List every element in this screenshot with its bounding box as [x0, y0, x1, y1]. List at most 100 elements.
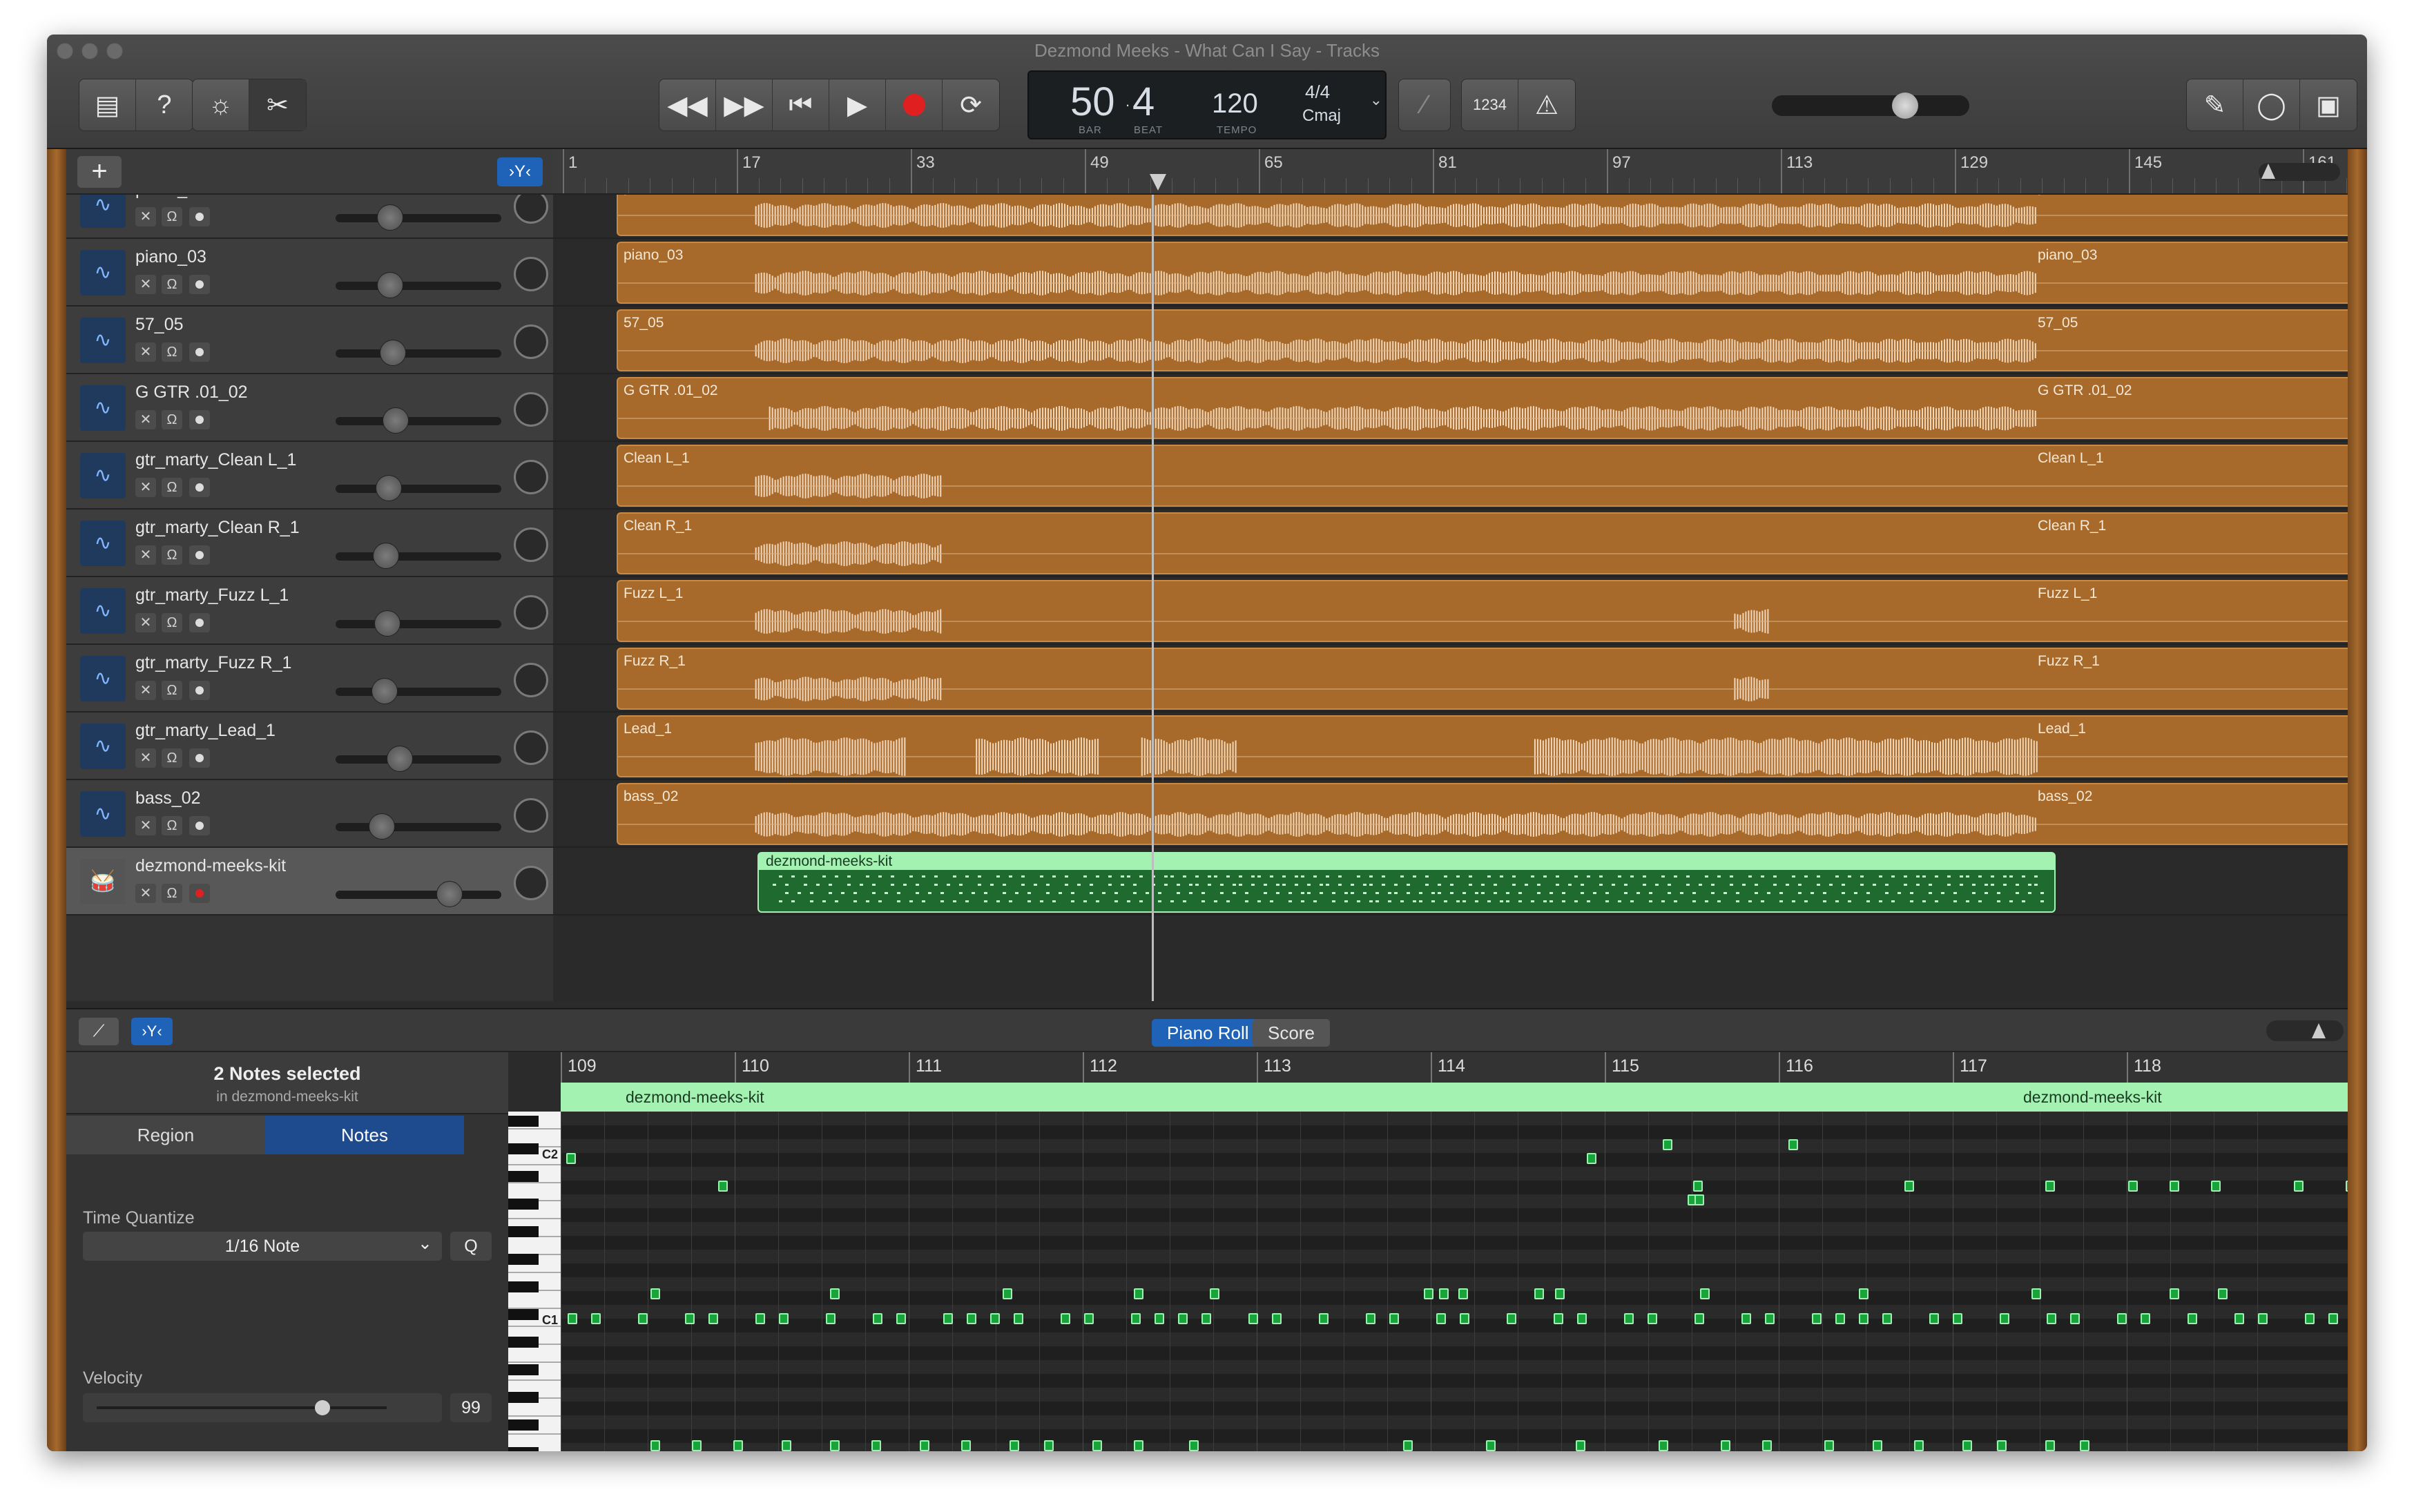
pan-knob[interactable]: [514, 595, 548, 630]
track-header[interactable]: ∿ piano_03 ✕ Ω: [66, 239, 553, 307]
audio-region[interactable]: Clean R_1 Clean R_1: [617, 512, 2348, 574]
midi-note[interactable]: [1929, 1313, 1939, 1324]
pan-knob[interactable]: [514, 257, 548, 291]
track-header[interactable]: ∿ G GTR .01_02 ✕ Ω: [66, 374, 553, 442]
track-header[interactable]: ∿ piano_02 ✕ Ω: [66, 195, 553, 239]
track-volume-slider[interactable]: [336, 340, 501, 366]
track-volume-knob[interactable]: [371, 678, 398, 704]
midi-note[interactable]: [830, 1440, 840, 1451]
track-header[interactable]: ∿ gtr_marty_Clean L_1 ✕ Ω: [66, 442, 553, 510]
midi-note[interactable]: [1624, 1313, 1634, 1324]
midi-note[interactable]: [1648, 1313, 1657, 1324]
track-volume-slider[interactable]: [336, 543, 501, 569]
midi-note[interactable]: [1693, 1181, 1703, 1192]
pan-knob[interactable]: [514, 460, 548, 494]
track-volume-slider[interactable]: [336, 881, 501, 907]
record-button[interactable]: [886, 79, 943, 130]
tab-notes[interactable]: Notes: [265, 1116, 464, 1154]
midi-note[interactable]: [1178, 1313, 1188, 1324]
midi-note[interactable]: [2170, 1181, 2179, 1192]
count-in-button[interactable]: 1234: [1462, 79, 1518, 130]
black-key[interactable]: [508, 1419, 539, 1431]
midi-note[interactable]: [2218, 1288, 2228, 1299]
black-key[interactable]: [508, 1309, 539, 1320]
midi-note[interactable]: [2305, 1313, 2315, 1324]
track-name[interactable]: bass_02: [135, 788, 201, 808]
solo-button[interactable]: Ω: [162, 748, 182, 768]
black-key[interactable]: [508, 1199, 539, 1210]
record-enable-button[interactable]: [189, 884, 210, 903]
go-to-beginning-button[interactable]: ⏮: [773, 79, 829, 130]
midi-note[interactable]: [961, 1440, 971, 1451]
midi-note[interactable]: [1010, 1440, 1019, 1451]
editor-zoom-knob[interactable]: [2312, 1023, 2326, 1038]
midi-note[interactable]: [1997, 1440, 2007, 1451]
midi-note[interactable]: [1248, 1313, 1258, 1324]
track-volume-slider[interactable]: [336, 407, 501, 434]
midi-note[interactable]: [568, 1313, 577, 1324]
track-volume-knob[interactable]: [387, 746, 413, 772]
tracks-area[interactable]: piano_02piano_02piano_03piano_0357_0557_…: [553, 195, 2348, 1001]
midi-note[interactable]: [1741, 1313, 1751, 1324]
track-name[interactable]: gtr_marty_Fuzz R_1: [135, 653, 291, 673]
record-enable-button[interactable]: [189, 478, 210, 497]
midi-note[interactable]: [943, 1313, 953, 1324]
record-enable-button[interactable]: [189, 681, 210, 700]
automation-button[interactable]: ⟋: [79, 1018, 119, 1045]
midi-note[interactable]: [708, 1313, 718, 1324]
midi-note[interactable]: [1554, 1313, 1563, 1324]
solo-button[interactable]: Ω: [162, 816, 182, 835]
velocity-slider[interactable]: [83, 1393, 442, 1422]
mute-button[interactable]: ✕: [135, 207, 156, 226]
track-volume-slider[interactable]: [336, 204, 501, 231]
help-button[interactable]: ?: [136, 79, 193, 130]
midi-note[interactable]: [2000, 1313, 2009, 1324]
track-volume-knob[interactable]: [383, 407, 409, 434]
midi-note[interactable]: [1659, 1440, 1668, 1451]
midi-note[interactable]: [2141, 1313, 2150, 1324]
midi-note[interactable]: [1577, 1313, 1587, 1324]
midi-note[interactable]: [1003, 1288, 1012, 1299]
midi-note[interactable]: [2047, 1313, 2056, 1324]
midi-note[interactable]: [2045, 1181, 2055, 1192]
track-volume-knob[interactable]: [374, 610, 400, 637]
mute-button[interactable]: ✕: [135, 681, 156, 700]
midi-note[interactable]: [2234, 1313, 2244, 1324]
fast-forward-button[interactable]: ▶▶: [716, 79, 773, 130]
pan-knob[interactable]: [514, 730, 548, 765]
black-key[interactable]: [508, 1143, 539, 1154]
black-key[interactable]: [508, 1364, 539, 1375]
midi-note[interactable]: [1904, 1181, 1914, 1192]
midi-note[interactable]: [1507, 1313, 1516, 1324]
track-header[interactable]: ∿ gtr_marty_Clean R_1 ✕ Ω: [66, 510, 553, 577]
zoom-slider[interactable]: [2259, 163, 2340, 181]
catch-playhead-button[interactable]: ›Y‹: [497, 157, 543, 186]
black-key[interactable]: [508, 1116, 539, 1127]
midi-note[interactable]: [1084, 1313, 1094, 1324]
mute-button[interactable]: ✕: [135, 342, 156, 362]
midi-note[interactable]: [566, 1153, 576, 1164]
piano-keyboard[interactable]: C2 C1: [508, 1112, 561, 1451]
midi-note[interactable]: [2258, 1313, 2268, 1324]
midi-note[interactable]: [2328, 1313, 2338, 1324]
midi-note[interactable]: [1824, 1440, 1834, 1451]
midi-note[interactable]: [650, 1440, 660, 1451]
midi-note[interactable]: [990, 1313, 1000, 1324]
track-volume-slider[interactable]: [336, 746, 501, 772]
playhead-handle[interactable]: [1150, 174, 1166, 191]
midi-note[interactable]: [2070, 1313, 2080, 1324]
midi-note[interactable]: [2170, 1288, 2179, 1299]
midi-note[interactable]: [650, 1288, 660, 1299]
metronome-button[interactable]: ⚠: [1518, 79, 1575, 130]
notepad-button[interactable]: ✎: [2187, 79, 2243, 130]
loop-browser-button[interactable]: ◯: [2243, 79, 2300, 130]
mute-button[interactable]: ✕: [135, 816, 156, 835]
tuner-button[interactable]: ⁄: [1398, 79, 1451, 131]
midi-note[interactable]: [1014, 1313, 1023, 1324]
midi-note[interactable]: [1061, 1313, 1070, 1324]
midi-note[interactable]: [1134, 1440, 1143, 1451]
library-button[interactable]: ▤: [79, 79, 136, 130]
pan-knob[interactable]: [514, 195, 548, 224]
midi-note[interactable]: [1555, 1288, 1565, 1299]
track-name[interactable]: gtr_marty_Clean L_1: [135, 450, 296, 470]
